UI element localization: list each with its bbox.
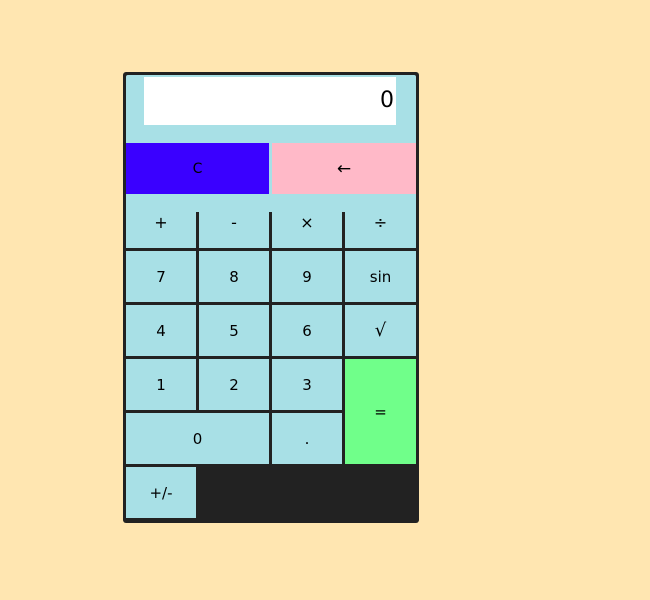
digit-3-button[interactable]: 3 [272,359,342,410]
decimal-button[interactable]: . [272,413,342,464]
digit-0-button[interactable]: 0 [126,413,269,464]
clear-button[interactable]: C [126,143,269,194]
display-screen: 0 [144,77,396,125]
subtract-button[interactable]: - [199,197,269,248]
equals-button[interactable]: = [345,359,416,464]
digit-7-button[interactable]: 7 [126,251,196,302]
calculator: 0 C ← + - × ÷ 7 8 9 sin 4 5 6 √ 1 2 3 = … [123,72,419,523]
digit-6-button[interactable]: 6 [272,305,342,356]
digit-9-button[interactable]: 9 [272,251,342,302]
digit-2-button[interactable]: 2 [199,359,269,410]
negate-button[interactable]: +/- [126,467,196,518]
multiply-button[interactable]: × [272,197,342,248]
add-button[interactable]: + [126,197,196,248]
sin-button[interactable]: sin [345,251,416,302]
divide-button[interactable]: ÷ [345,197,416,248]
backspace-button[interactable]: ← [272,143,416,194]
digit-8-button[interactable]: 8 [199,251,269,302]
sqrt-button[interactable]: √ [345,305,416,356]
digit-1-button[interactable]: 1 [126,359,196,410]
digit-4-button[interactable]: 4 [126,305,196,356]
digit-5-button[interactable]: 5 [199,305,269,356]
